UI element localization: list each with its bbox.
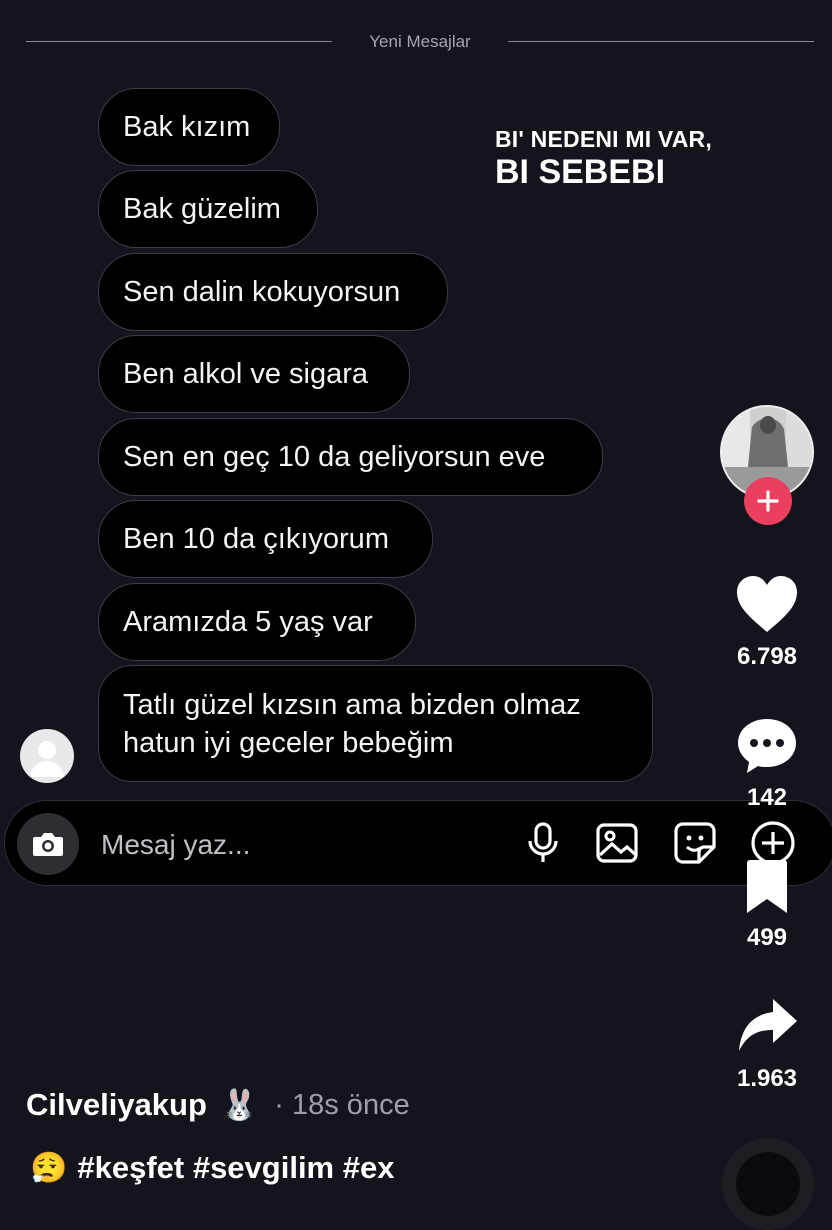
video-text-overlay: BI' NEDENI MI VAR, BI SEBEBI: [495, 127, 712, 191]
sticker-button[interactable]: [671, 819, 719, 867]
message-text-line: Tatlı güzel kızsın ama bizden olmaz: [123, 688, 581, 721]
follow-button[interactable]: [744, 477, 792, 525]
message-bubble[interactable]: Bak kızım: [98, 88, 280, 166]
post-author-row: Cilveliyakup 🐰 · 18s önce: [26, 1087, 410, 1123]
author-name[interactable]: Cilveliyakup: [26, 1087, 207, 1123]
message-text: Ben alkol ve sigara: [123, 358, 369, 390]
message-text: Bak kızım: [123, 111, 251, 143]
divider-line-right: [508, 41, 814, 42]
sighing-emoji: 😮‍💨: [30, 1151, 68, 1185]
heart-icon: [737, 576, 797, 632]
share-icon: [739, 999, 797, 1051]
message-composer: [4, 800, 832, 886]
message-text: Aramızda 5 yaş var: [123, 606, 373, 638]
bookmark-button[interactable]: [742, 858, 792, 916]
default-avatar-icon: [30, 741, 64, 777]
message-bubble[interactable]: Ben 10 da çıkıyorum: [98, 500, 433, 578]
sender-avatar[interactable]: [20, 729, 74, 783]
message-text: Ben 10 da çıkıyorum: [123, 523, 389, 555]
comment-button[interactable]: [734, 716, 800, 776]
sticker-icon: [674, 822, 716, 864]
message-text-line: hatun iyi geceler bebeğim: [123, 726, 454, 759]
camera-button[interactable]: [17, 813, 79, 875]
hashtags[interactable]: #keşfet #sevgilim #ex: [77, 1150, 394, 1186]
music-disc[interactable]: [722, 1138, 814, 1230]
message-bubble[interactable]: Sen en geç 10 da geliyorsun eve: [98, 418, 603, 496]
message-text: Bak güzelim: [123, 193, 281, 225]
message-bubble[interactable]: Aramızda 5 yaş var: [98, 583, 416, 661]
message-bubble[interactable]: Bak güzelim: [98, 170, 318, 248]
microphone-icon: [528, 822, 558, 862]
new-messages-divider: Yeni Mesajlar: [369, 32, 471, 51]
bookmark-count: 499: [746, 924, 788, 951]
rabbit-emoji: 🐰: [220, 1088, 259, 1122]
post-time: · 18s önce: [274, 1088, 410, 1121]
follow-plus-icon: [757, 490, 779, 512]
message-bubble[interactable]: Ben alkol ve sigara: [98, 335, 410, 413]
microphone-button[interactable]: [519, 819, 567, 867]
camera-icon: [33, 833, 63, 856]
message-bubble[interactable]: Tatlı güzel kızsın ama bizden olmaz hatu…: [98, 665, 653, 782]
message-text: Sen dalin kokuyorsun: [123, 276, 401, 308]
bookmark-icon: [747, 860, 787, 913]
share-button[interactable]: [734, 996, 800, 1054]
overlay-line-1: BI' NEDENI MI VAR,: [495, 126, 712, 152]
message-bubble[interactable]: Sen dalin kokuyorsun: [98, 253, 448, 331]
like-count: 6.798: [736, 643, 798, 670]
overlay-line-2: BI SEBEBI: [495, 153, 666, 192]
message-text: Sen en geç 10 da geliyorsun eve: [123, 441, 546, 473]
divider-line-left: [26, 41, 332, 42]
like-button[interactable]: [732, 572, 802, 636]
comment-count: 142: [746, 784, 788, 811]
post-caption: 😮‍💨 #keşfet #sevgilim #ex: [30, 1150, 394, 1186]
message-input[interactable]: [99, 825, 463, 865]
comment-icon: [738, 719, 796, 773]
image-icon: [596, 823, 638, 863]
share-count: 1.963: [736, 1065, 798, 1092]
gallery-button[interactable]: [593, 819, 641, 867]
